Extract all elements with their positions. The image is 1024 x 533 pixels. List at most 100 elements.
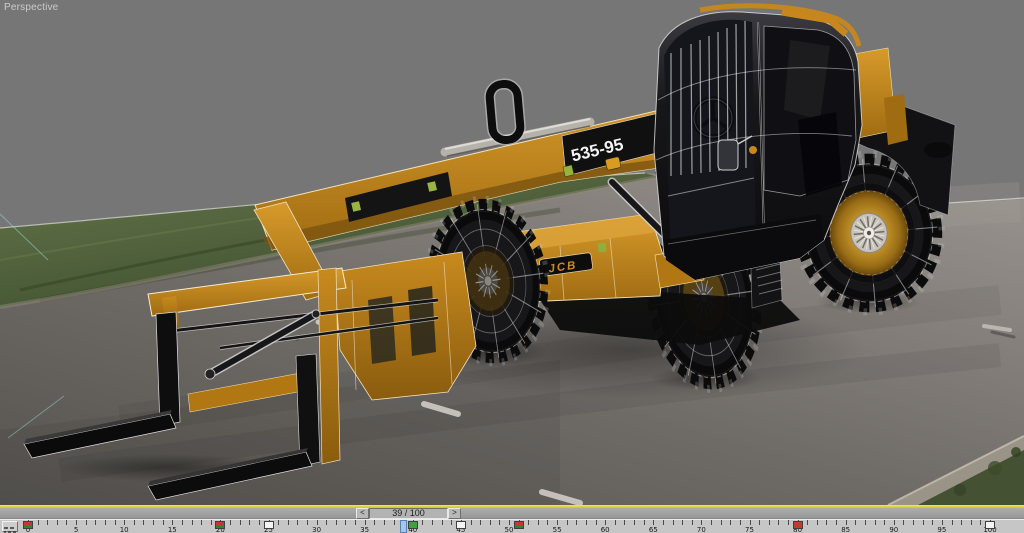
- frame-tick: [163, 520, 164, 525]
- frame-tick: [394, 520, 395, 525]
- frame-tick: [384, 520, 385, 525]
- frame-tick: [596, 520, 597, 525]
- open-mini-curve-editor-button[interactable]: [2, 521, 18, 532]
- frame-tick: [711, 520, 712, 525]
- frame-tick: [865, 520, 866, 525]
- frame-tick: [336, 520, 337, 525]
- frame-tick: [124, 520, 125, 525]
- animation-key-frame-100[interactable]: [985, 521, 995, 529]
- frame-tick: [673, 520, 674, 525]
- frame-tick: [288, 520, 289, 525]
- frame-tick: [66, 520, 67, 525]
- frame-tick-label: 50: [505, 527, 514, 533]
- frame-tick: [759, 520, 760, 525]
- frame-tick: [952, 520, 953, 525]
- frame-tick: [692, 520, 693, 525]
- frame-tick: [605, 520, 606, 525]
- frame-tick: [961, 520, 962, 525]
- frame-tick: [490, 520, 491, 525]
- viewport-scene: JCB 535-95: [0, 0, 1024, 505]
- marker-light: [749, 146, 757, 154]
- frame-tick: [826, 520, 827, 525]
- frame-tick: [903, 520, 904, 525]
- frame-tick: [923, 520, 924, 525]
- frame-tick: [105, 520, 106, 525]
- frame-tick: [297, 520, 298, 525]
- frame-tick: [201, 520, 202, 525]
- frame-tick-label: 5: [74, 527, 78, 533]
- frame-tick: [884, 520, 885, 525]
- frame-tick-label: 35: [360, 527, 369, 533]
- frame-tick-label: 95: [937, 527, 946, 533]
- frame-tick-label: 15: [168, 527, 177, 533]
- frame-tick: [422, 520, 423, 525]
- frame-tick: [57, 520, 58, 525]
- frame-tick: [499, 520, 500, 525]
- perspective-viewport[interactable]: JCB 535-95: [0, 0, 1024, 505]
- animation-key-frame-51[interactable]: [514, 521, 524, 529]
- frame-tick: [846, 520, 847, 525]
- frame-tick: [249, 520, 250, 525]
- frame-tick: [182, 520, 183, 525]
- frame-tick: [653, 520, 654, 525]
- frame-tick: [894, 520, 895, 525]
- frame-tick: [432, 520, 433, 525]
- frame-tick: [624, 520, 625, 525]
- time-slider-track[interactable]: < 39 / 100 >: [0, 508, 1024, 519]
- frame-tick: [547, 520, 548, 525]
- frame-tick: [278, 520, 279, 525]
- frame-tick: [451, 520, 452, 525]
- frame-tick: [750, 520, 751, 525]
- mirror: [718, 140, 738, 170]
- animation-key-frame-40[interactable]: [408, 521, 418, 529]
- frame-tick: [95, 520, 96, 525]
- frame-tick: [634, 520, 635, 525]
- frame-tick: [788, 520, 789, 525]
- frame-tick: [326, 520, 327, 525]
- frame-tick: [317, 520, 318, 525]
- frame-tick: [240, 520, 241, 525]
- frame-tick: [817, 520, 818, 525]
- frame-tick: [855, 520, 856, 525]
- frame-tick: [38, 520, 39, 525]
- time-slider-handle[interactable]: < 39 / 100 >: [356, 508, 461, 519]
- viewport-label[interactable]: Perspective: [4, 2, 58, 13]
- animation-key-frame-0[interactable]: [23, 521, 33, 529]
- frame-tick: [721, 520, 722, 525]
- animation-key-frame-25[interactable]: [264, 521, 274, 529]
- frame-tick: [471, 520, 472, 525]
- animation-key-frame-20[interactable]: [215, 521, 225, 529]
- frame-tick: [153, 520, 154, 525]
- track-bar[interactable]: 0510152025303540455055606570758085909510…: [0, 519, 1024, 533]
- animation-key-frame-80[interactable]: [793, 521, 803, 529]
- frame-tick: [807, 520, 808, 525]
- frame-tick-label: 60: [601, 527, 610, 533]
- frame-tick: [538, 520, 539, 525]
- previous-frame-button[interactable]: <: [356, 508, 369, 519]
- frame-tick: [913, 520, 914, 525]
- frame-tick: [211, 520, 212, 525]
- frame-tick: [442, 520, 443, 525]
- frame-tick-label: 65: [649, 527, 658, 533]
- frame-tick: [615, 520, 616, 525]
- frame-tick: [143, 520, 144, 525]
- frame-tick: [875, 520, 876, 525]
- frame-tick: [769, 520, 770, 525]
- frame-tick: [730, 520, 731, 525]
- frame-tick: [644, 520, 645, 525]
- frame-tick-label: 90: [889, 527, 898, 533]
- animation-key-frame-45[interactable]: [456, 521, 466, 529]
- frame-tick: [509, 520, 510, 525]
- frame-tick-label: 85: [841, 527, 850, 533]
- frame-tick: [86, 520, 87, 525]
- next-frame-button[interactable]: >: [448, 508, 461, 519]
- time-slider-value[interactable]: 39 / 100: [369, 508, 448, 519]
- frame-tick: [192, 520, 193, 525]
- frame-tick: [374, 520, 375, 525]
- frame-tick: [307, 520, 308, 525]
- frame-tick: [345, 520, 346, 525]
- frame-tick: [134, 520, 135, 525]
- frame-tick: [971, 520, 972, 525]
- frame-tick: [576, 520, 577, 525]
- frame-tick-label: 70: [697, 527, 706, 533]
